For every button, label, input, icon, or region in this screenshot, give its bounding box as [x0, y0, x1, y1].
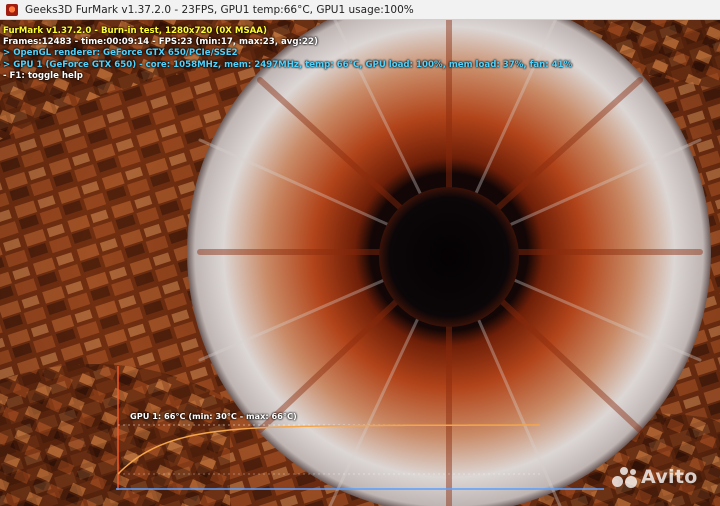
title-bar[interactable]: Geeks3D FurMark v1.37.2.0 - 23FPS, GPU1 … [0, 0, 720, 20]
graph-temp-label: GPU 1: 66°C (min: 30°C - max: 66°C) [130, 411, 297, 421]
furmark-window: Geeks3D FurMark v1.37.2.0 - 23FPS, GPU1 … [0, 0, 720, 506]
avito-watermark: Avito [612, 465, 698, 489]
temperature-graph [116, 366, 604, 490]
temperature-curve [117, 424, 540, 475]
window-title: Geeks3D FurMark v1.37.2.0 - 23FPS, GPU1 … [25, 3, 414, 16]
render-viewport: FurMark v1.37.2.0 - Burn-in test, 1280x7… [0, 20, 720, 506]
watermark-text: Avito [641, 466, 698, 488]
avito-logo-icon [612, 465, 638, 489]
furmark-app-icon [6, 3, 18, 16]
